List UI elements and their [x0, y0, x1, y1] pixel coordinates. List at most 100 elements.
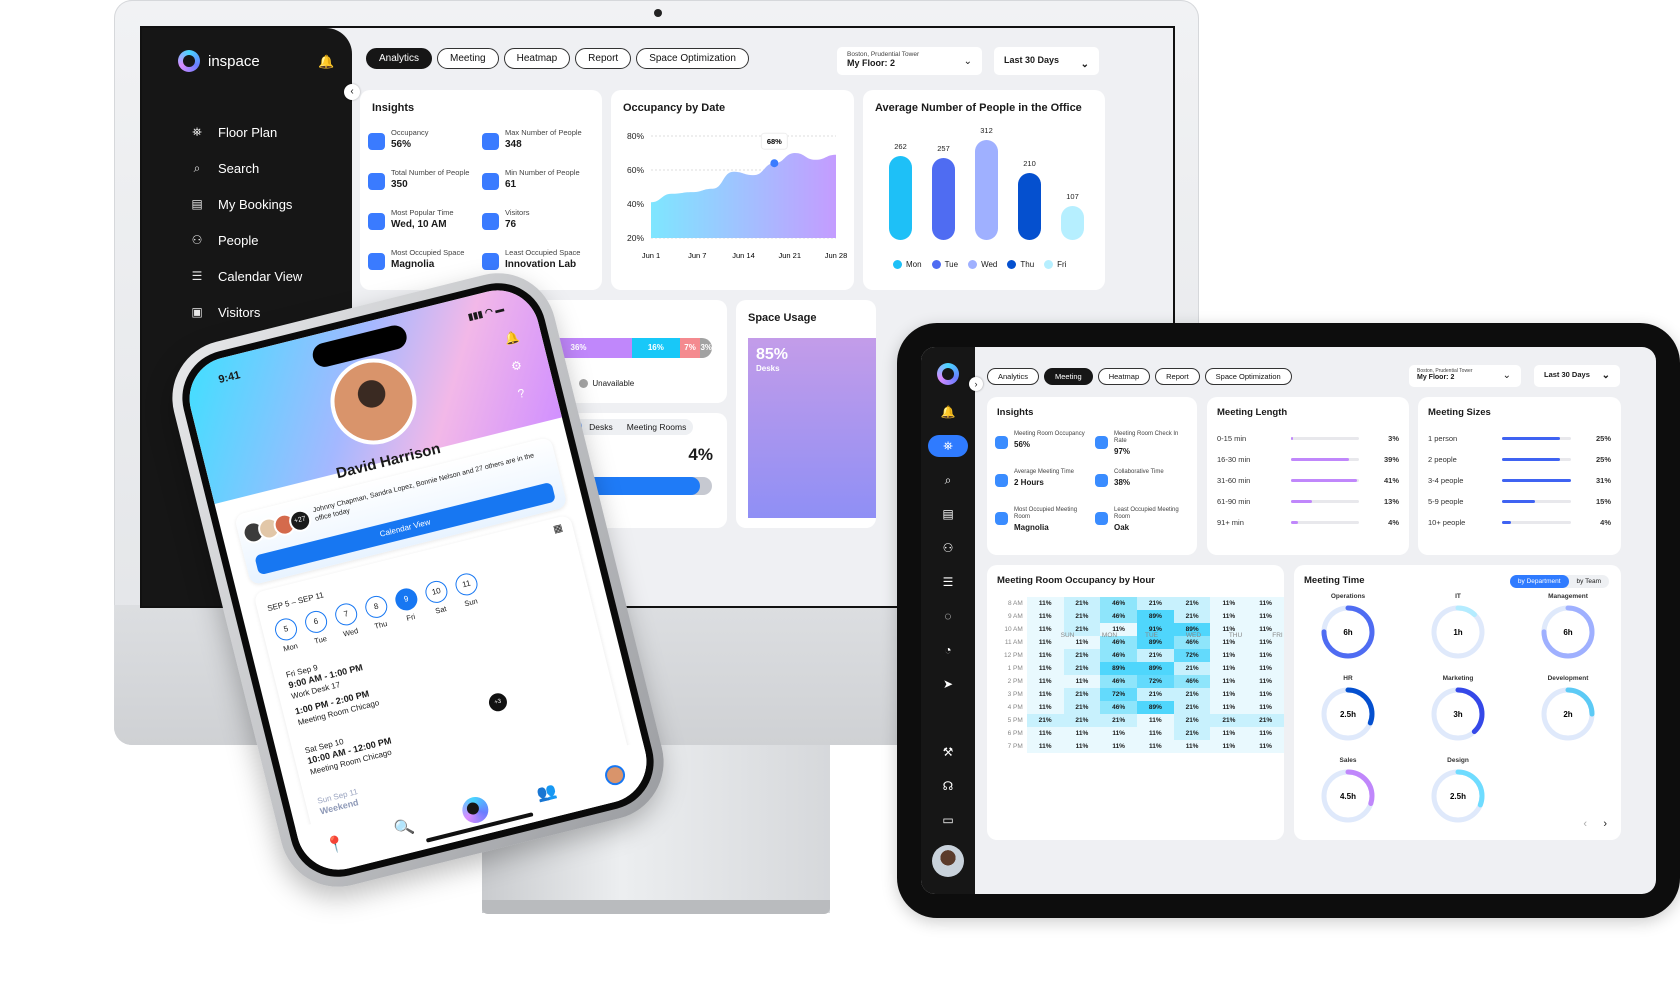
status-segment[interactable]: 7% [679, 338, 701, 358]
heatmap-cell[interactable]: 21% [1063, 701, 1101, 714]
heatmap-cell[interactable]: 11% [1210, 597, 1248, 610]
heatmap-cell[interactable]: 21% [1026, 714, 1064, 727]
floor-plan-icon[interactable]: ⛯ [928, 435, 968, 457]
donut-marketing[interactable]: Marketing 3h [1418, 675, 1498, 743]
heatmap-cell[interactable]: 11% [1247, 688, 1284, 701]
sidebar-collapse-button[interactable]: ‹ [344, 84, 360, 100]
tab-heatmap[interactable]: Heatmap [503, 48, 571, 69]
heatmap-cell[interactable]: 21% [1173, 701, 1211, 714]
search-icon[interactable]: 🔍 [392, 816, 416, 840]
inspace-logo-icon[interactable] [937, 363, 959, 385]
heatmap-cell[interactable]: 11% [1210, 688, 1248, 701]
day-sun[interactable]: 11 Sun [451, 571, 484, 610]
heatmap-cell[interactable]: 11% [1247, 675, 1284, 688]
heatmap-cell[interactable]: 11% [1247, 649, 1284, 662]
heatmap-cell[interactable]: 21% [1063, 649, 1101, 662]
heatmap-cell[interactable]: 89% [1137, 662, 1174, 675]
tab-meeting[interactable]: Meeting [1044, 368, 1093, 385]
day-fri[interactable]: 9 Fri [391, 586, 424, 625]
heatmap-cell[interactable]: 21% [1063, 714, 1101, 727]
heatmap-cell[interactable]: 11% [1100, 727, 1138, 740]
heatmap-cell[interactable]: 21% [1173, 610, 1211, 623]
tab-space-optimization[interactable]: Space Optimization [636, 48, 749, 69]
period-select[interactable]: Last 30 Days ⌄ [1534, 365, 1620, 387]
filter-desks[interactable]: Desks [582, 419, 620, 435]
heatmap-cell[interactable]: 21% [1137, 597, 1174, 610]
status-segment[interactable]: 3% [700, 338, 712, 358]
search-icon[interactable]: ⌕ [945, 463, 952, 497]
day-mon[interactable]: 5 Mon [271, 616, 304, 655]
donut-sales[interactable]: Sales 4.5h [1308, 757, 1388, 825]
heatmap-cell[interactable]: 72% [1173, 649, 1211, 662]
day-thu[interactable]: 8 Thu [361, 593, 394, 632]
heatmap-cell[interactable]: 11% [1137, 714, 1174, 727]
heatmap-cell[interactable]: 46% [1100, 701, 1138, 714]
day-wed[interactable]: 7 Wed [331, 601, 364, 640]
donut-it[interactable]: IT 1h [1418, 593, 1498, 661]
heatmap-cell[interactable]: 72% [1100, 688, 1138, 701]
heatmap-cell[interactable]: 46% [1173, 675, 1211, 688]
heatmap-cell[interactable]: 11% [1210, 662, 1248, 675]
donut-management[interactable]: Management 6h [1528, 593, 1608, 661]
sidebar-item-my-bookings[interactable]: ▤ My Bookings [190, 186, 302, 222]
heatmap-cell[interactable]: 21% [1247, 714, 1284, 727]
toggle-by-team[interactable]: by Team [1569, 575, 1609, 588]
tab-report[interactable]: Report [1155, 368, 1200, 385]
calendar-icon[interactable]: ▦ [552, 523, 564, 536]
notification-bell-icon[interactable]: 🔔 [941, 395, 956, 429]
heatmap-cell[interactable]: 21% [1063, 662, 1101, 675]
notification-icon[interactable]: 🔔 [503, 330, 521, 347]
bell-icon[interactable]: ◌ [944, 599, 951, 633]
donut-design[interactable]: Design 2.5h [1418, 757, 1498, 825]
heatmap-cell[interactable]: 11% [1137, 727, 1174, 740]
heatmap-cell[interactable]: 11% [1247, 597, 1284, 610]
heatmap-cell[interactable]: 21% [1173, 727, 1211, 740]
status-segment[interactable]: 16% [632, 338, 680, 358]
heatmap-cell[interactable]: 21% [1173, 597, 1211, 610]
tooltip-point[interactable] [770, 159, 779, 168]
heatmap-cell[interactable]: 11% [1026, 740, 1064, 753]
sidebar-item-calendar-view[interactable]: ☰ Calendar View [190, 258, 303, 294]
heatmap-cell[interactable]: 21% [1173, 688, 1211, 701]
toggle-by-department[interactable]: by Department [1509, 575, 1569, 588]
sidebar-expand-button[interactable]: › [969, 377, 983, 391]
heatmap-cell[interactable]: 11% [1026, 675, 1064, 688]
heatmap-cell[interactable]: 11% [1173, 740, 1211, 753]
heatmap-cell[interactable]: 11% [1247, 701, 1284, 714]
heatmap-cell[interactable]: 21% [1100, 714, 1138, 727]
filter-meeting-rooms[interactable]: Meeting Rooms [620, 419, 694, 435]
app-logo[interactable]: inspace [178, 50, 260, 72]
wrench-icon[interactable]: ⚒ [943, 735, 954, 769]
heatmap-cell[interactable]: 11% [1137, 740, 1174, 753]
heatmap-cell[interactable]: 21% [1063, 610, 1101, 623]
heatmap-cell[interactable]: 11% [1210, 610, 1248, 623]
day-sat[interactable]: 10 Sat [421, 578, 454, 617]
heatmap-cell[interactable]: 21% [1173, 662, 1211, 675]
period-select[interactable]: Last 30 Days ⌄ [994, 47, 1099, 75]
donut-hr[interactable]: HR 2.5h [1308, 675, 1388, 743]
heatmap-cell[interactable]: 11% [1026, 662, 1064, 675]
heatmap-cell[interactable]: 11% [1026, 610, 1064, 623]
heatmap-cell[interactable]: 11% [1100, 740, 1138, 753]
tab-space-optimization[interactable]: Space Optimization [1204, 368, 1292, 385]
donut-development[interactable]: Development 2h [1528, 675, 1608, 743]
sidebar-item-search[interactable]: ⌕ Search [190, 150, 302, 186]
heatmap-cell[interactable]: 89% [1137, 610, 1174, 623]
tab-meeting[interactable]: Meeting [437, 48, 499, 69]
heatmap-cell[interactable]: 11% [1026, 649, 1064, 662]
heatmap-cell[interactable]: 11% [1026, 597, 1064, 610]
heatmap-cell[interactable]: 89% [1137, 701, 1174, 714]
pager-next-button[interactable]: › [1603, 818, 1607, 830]
tab-heatmap[interactable]: Heatmap [1097, 368, 1151, 385]
heatmap-cell[interactable]: 21% [1137, 688, 1174, 701]
user-avatar[interactable] [932, 845, 964, 877]
people-icon[interactable]: 👥 [534, 780, 558, 804]
donut-operations[interactable]: Operations 6h [1308, 593, 1388, 661]
tab-analytics[interactable]: Analytics [366, 48, 433, 69]
heatmap-cell[interactable]: 46% [1100, 597, 1138, 610]
heatmap-cell[interactable]: 46% [1100, 649, 1138, 662]
heatmap-cell[interactable]: 11% [1026, 701, 1064, 714]
location-select[interactable]: Boston, Prudential Tower My Floor: 2 ⌄ [1409, 365, 1521, 387]
calendar-view-icon[interactable]: ☰ [943, 565, 954, 599]
wallet-icon[interactable]: ▭ [942, 803, 953, 837]
